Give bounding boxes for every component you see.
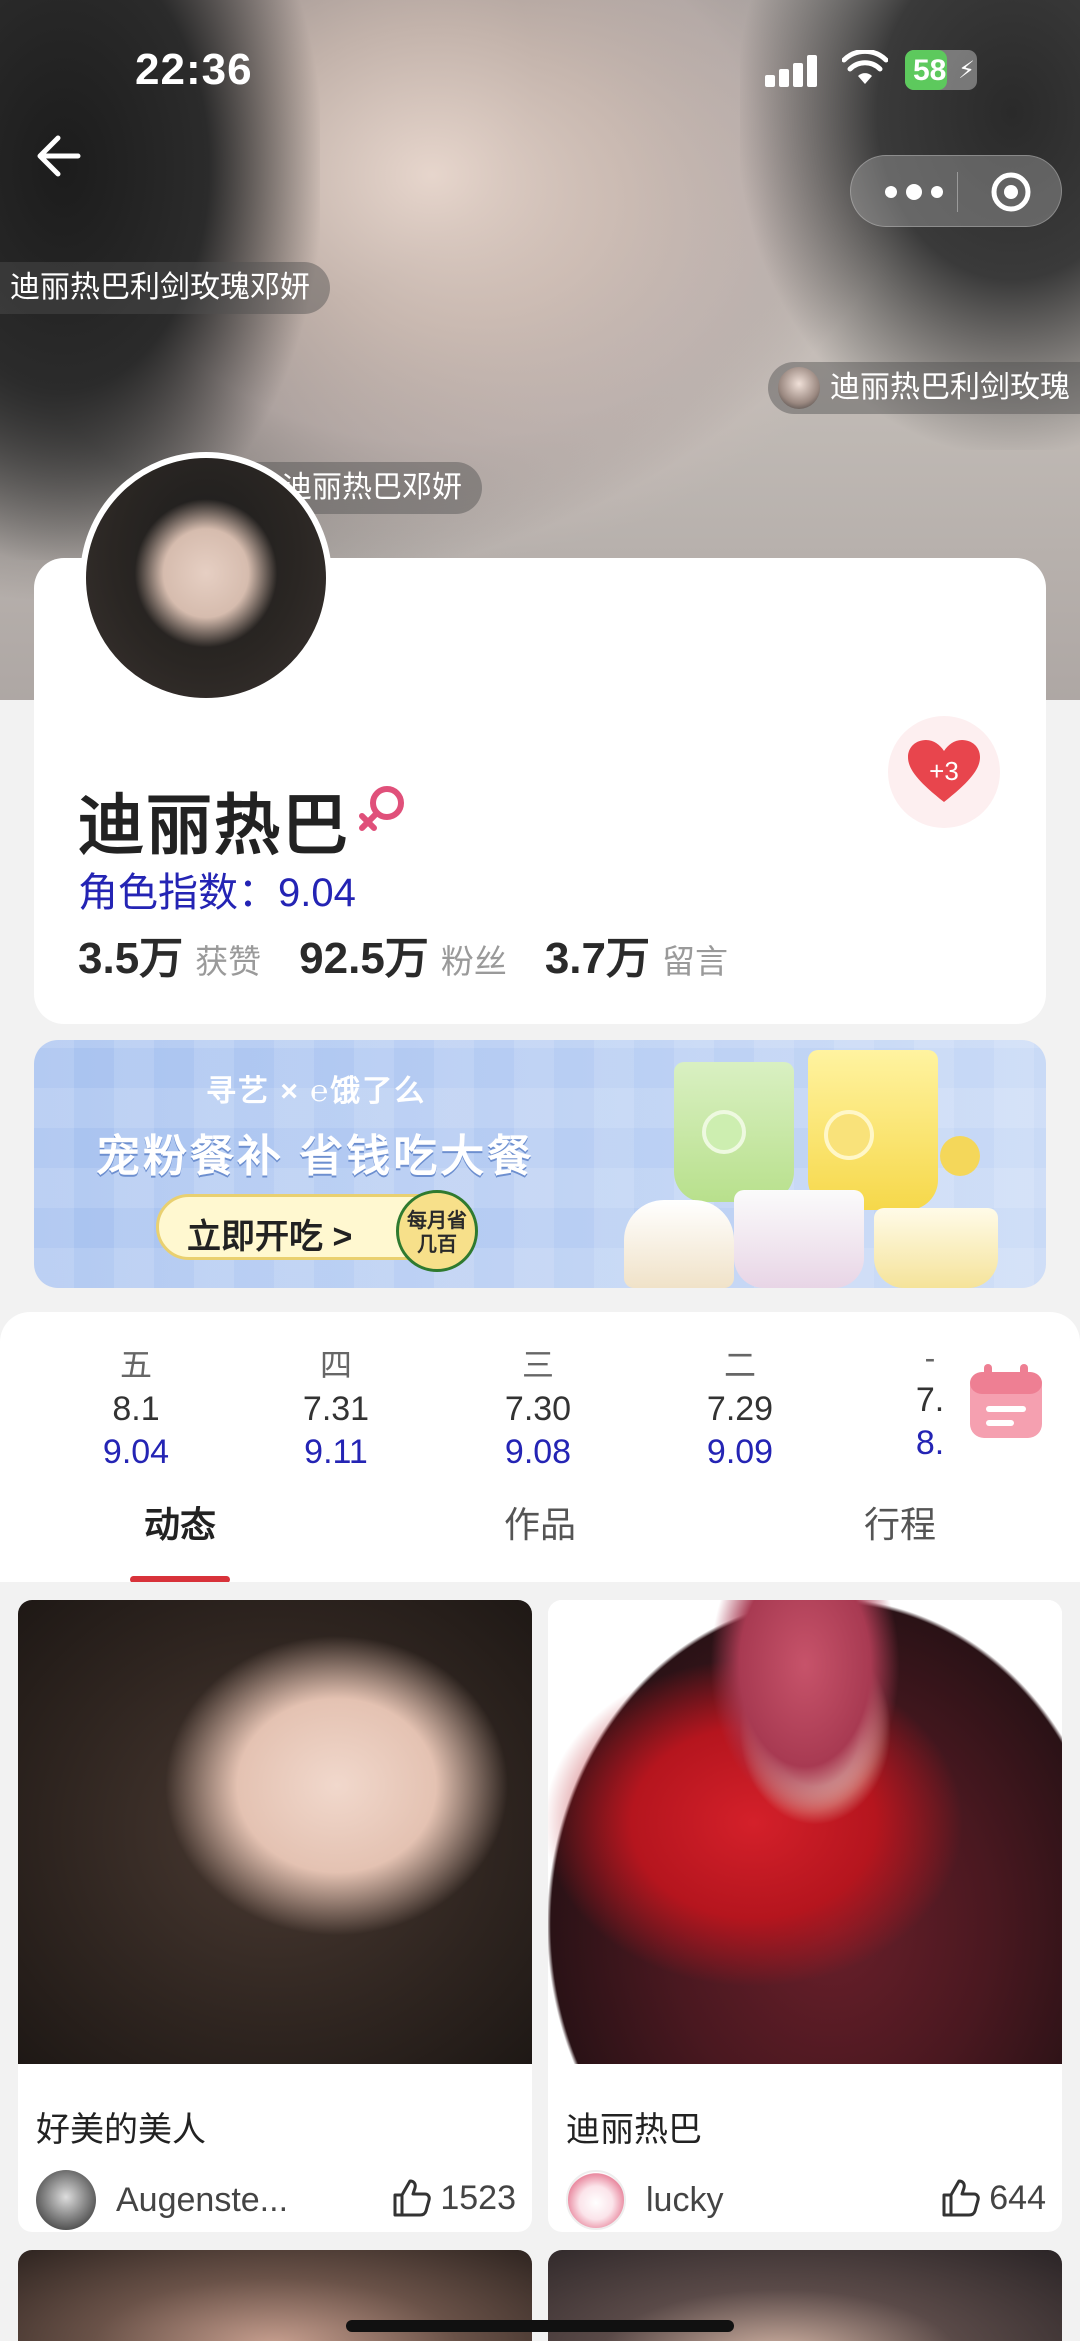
wifi-icon <box>842 50 888 84</box>
likes-label: 获赞 <box>195 943 262 980</box>
post-author[interactable]: Augenste... <box>36 2170 288 2230</box>
like-count: 644 <box>989 2178 1046 2217</box>
promo-banner[interactable]: 寻艺 × ℮饿了么 宠粉餐补 省钱吃大餐 立即开吃 > 每月省几百 <box>34 1040 1046 1288</box>
danmaku-comment: 迪丽热巴利剑玫瑰 <box>768 362 1080 414</box>
day-item[interactable]: 四 7.31 9.11 <box>266 1340 406 1472</box>
weekday: 五 <box>119 1347 152 1383</box>
post-author[interactable]: lucky <box>566 2170 723 2230</box>
tab-feed[interactable]: 动态 <box>144 1496 216 1548</box>
date: 7.31 <box>302 1390 370 1428</box>
content-panel: 五 8.1 9.04 四 7.31 9.11 三 7.30 9.08 二 7.2… <box>0 1312 1080 1583</box>
mini-program-capsule <box>850 155 1062 227</box>
support-heart-button[interactable]: +3 <box>888 716 1000 828</box>
post-image <box>548 1600 1062 2064</box>
like-button[interactable]: 644 <box>941 2178 1046 2218</box>
fans-label: 粉丝 <box>440 943 507 980</box>
battery-level: 58 <box>913 54 947 87</box>
thumbs-up-icon <box>942 2179 981 2217</box>
banner-badge: 每月省几百 <box>396 1190 478 1272</box>
more-icon[interactable] <box>879 176 949 208</box>
tab-works[interactable]: 作品 <box>504 1496 576 1548</box>
weekday: - <box>924 1340 936 1376</box>
drink-illustration <box>874 1208 998 1288</box>
date: 8.1 <box>112 1390 160 1428</box>
danmaku-text: 迪丽热巴利剑玫瑰 <box>830 371 1070 404</box>
dessert-illustration <box>624 1200 734 1288</box>
date: 7.29 <box>706 1390 774 1428</box>
commenter-avatar <box>778 367 820 409</box>
status-time: 22:36 <box>135 45 253 94</box>
post-image <box>18 1600 532 2064</box>
day-score: 9.09 <box>706 1433 774 1471</box>
weekday: 二 <box>723 1347 756 1383</box>
post-title: 好美的美人 <box>36 2111 206 2149</box>
home-indicator <box>346 2320 734 2332</box>
weekday: 三 <box>521 1347 554 1383</box>
charging-icon: ⚡ <box>958 57 975 84</box>
author-name: Augenste... <box>116 2180 289 2219</box>
author-avatar <box>566 2170 626 2230</box>
post-card[interactable]: 迪丽热巴 lucky 644 <box>548 1600 1062 2232</box>
calendar-icon[interactable] <box>968 1362 1044 1440</box>
comments-count: 3.7万 <box>544 934 650 983</box>
female-icon <box>359 786 404 831</box>
author-avatar <box>36 2170 96 2230</box>
like-button[interactable]: 1523 <box>392 2178 516 2218</box>
close-mini-program-icon[interactable] <box>989 170 1033 214</box>
day-score: 9.04 <box>102 1433 170 1471</box>
weekday: 四 <box>319 1347 352 1383</box>
support-count: +3 <box>929 756 959 786</box>
tab-schedule[interactable]: 行程 <box>864 1496 936 1548</box>
post-feed: 好美的美人 Augenste... 1523 迪丽热巴 lucky 644 <box>0 1582 1080 2341</box>
drink-illustration <box>734 1190 864 1288</box>
day-item[interactable]: 三 7.30 9.08 <box>468 1340 608 1472</box>
app-screen: 22:36 58 ⚡ 迪丽热巴利剑玫瑰邓妍 迪丽热巴利剑玫瑰 迪丽热巴邓妍 迪丽… <box>0 0 1080 2341</box>
battery-indicator: 58 ⚡ <box>905 50 977 90</box>
author-name: lucky <box>646 2180 724 2219</box>
back-arrow-icon[interactable] <box>28 128 84 184</box>
day-item[interactable]: - 7. 8. <box>860 1340 960 1463</box>
daily-score-strip: 五 8.1 9.04 四 7.31 9.11 三 7.30 9.08 二 7.2… <box>0 1312 960 1482</box>
signal-icon <box>765 55 823 87</box>
profile-tabs: 动态 作品 行程 <box>0 1496 1080 1576</box>
day-item[interactable]: 五 8.1 9.04 <box>66 1340 206 1472</box>
celebrity-name: 迪丽热巴 <box>78 788 350 862</box>
thumbs-up-icon <box>393 2179 432 2217</box>
role-index: 角色指数：9.04 <box>78 871 356 915</box>
profile-stats: 3.5万 获赞 92.5万 粉丝 3.7万 留言 <box>78 922 766 986</box>
danmaku-comment: 迪丽热巴利剑玫瑰邓妍 <box>0 262 330 314</box>
comments-label: 留言 <box>661 943 728 980</box>
post-title: 迪丽热巴 <box>566 2111 702 2149</box>
banner-brand: 寻艺 × ℮饿了么 <box>206 1075 427 1108</box>
day-item[interactable]: 二 7.29 9.09 <box>670 1340 810 1472</box>
post-card[interactable]: 好美的美人 Augenste... 1523 <box>18 1600 532 2232</box>
day-score: 8. <box>915 1424 945 1462</box>
eat-now-label: 立即开吃 > <box>187 1218 353 1256</box>
day-score: 9.11 <box>304 1433 368 1471</box>
like-count: 1523 <box>440 2178 516 2217</box>
likes-count: 3.5万 <box>78 934 184 983</box>
date: 7. <box>915 1381 945 1419</box>
fans-count: 92.5万 <box>299 934 429 983</box>
status-bar: 22:36 58 ⚡ <box>0 0 1080 140</box>
avatar[interactable] <box>80 452 332 704</box>
day-score: 9.08 <box>504 1433 572 1471</box>
date: 7.30 <box>504 1390 572 1428</box>
banner-title: 宠粉餐补 省钱吃大餐 <box>96 1132 535 1181</box>
